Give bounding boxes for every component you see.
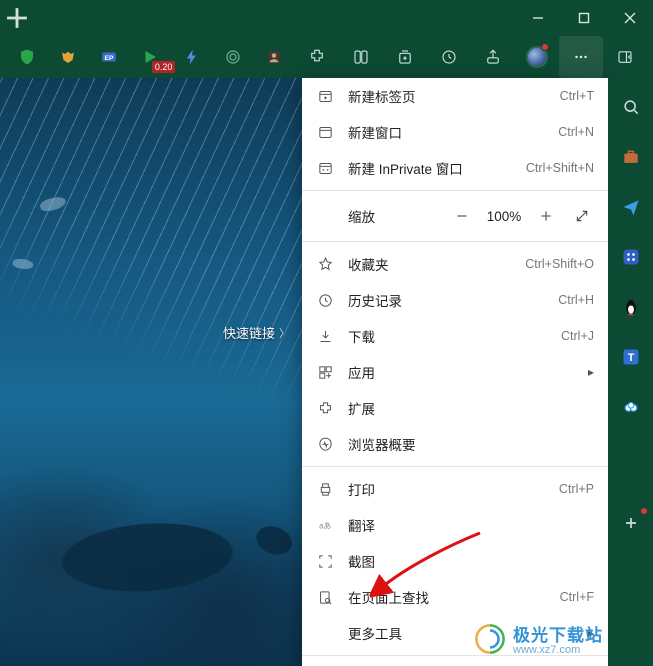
zoom-value: 100% bbox=[480, 209, 528, 224]
more-menu-button[interactable] bbox=[559, 36, 603, 78]
close-button[interactable] bbox=[607, 0, 653, 36]
zoom-in-button[interactable] bbox=[528, 198, 564, 234]
play-icon[interactable]: 0.20 bbox=[130, 36, 171, 78]
menu-screenshot[interactable]: 截图 bbox=[302, 543, 608, 579]
print-icon bbox=[316, 480, 334, 498]
menu-settings[interactable]: 设置 bbox=[302, 660, 608, 666]
translate-icon: aあ bbox=[316, 516, 334, 534]
fox-icon[interactable] bbox=[47, 36, 88, 78]
sidebar-paw-icon[interactable] bbox=[618, 244, 644, 270]
pulse-icon bbox=[316, 435, 334, 453]
sidebar-cloud-icon[interactable] bbox=[618, 394, 644, 420]
sidebar-search-icon[interactable] bbox=[618, 94, 644, 120]
watermark: 极光下载站 www.xz7.com bbox=[473, 621, 603, 656]
maximize-button[interactable] bbox=[561, 0, 607, 36]
inprivate-icon bbox=[316, 159, 334, 177]
zoom-out-button[interactable] bbox=[444, 198, 480, 234]
separator bbox=[302, 241, 608, 242]
window-controls bbox=[515, 0, 653, 36]
menu-zoom: 缩放 100% bbox=[302, 195, 608, 237]
menu-favorites[interactable]: 收藏夹 Ctrl+Shift+O bbox=[302, 246, 608, 282]
bolt-icon[interactable] bbox=[171, 36, 212, 78]
menu-new-inprivate[interactable]: 新建 InPrivate 窗口 Ctrl+Shift+N bbox=[302, 150, 608, 186]
settings-menu: 新建标签页 Ctrl+T 新建窗口 Ctrl+N 新建 InPrivate 窗口… bbox=[302, 78, 608, 666]
menu-extensions[interactable]: 扩展 bbox=[302, 390, 608, 426]
sidebar-t-icon[interactable]: T bbox=[618, 344, 644, 370]
new-tab-icon bbox=[316, 87, 334, 105]
menu-find-on-page[interactable]: 在页面上查找 Ctrl+F bbox=[302, 579, 608, 615]
apps-icon bbox=[316, 363, 334, 381]
fullscreen-button[interactable] bbox=[564, 198, 600, 234]
profile-thumb-icon[interactable] bbox=[254, 36, 295, 78]
menu-apps[interactable]: 应用 ▸ bbox=[302, 354, 608, 390]
menu-print[interactable]: 打印 Ctrl+P bbox=[302, 471, 608, 507]
chevron-right-icon: 〉 bbox=[279, 325, 290, 341]
separator bbox=[302, 466, 608, 467]
chevron-right-icon: ▸ bbox=[588, 365, 594, 379]
menu-downloads[interactable]: 下载 Ctrl+J bbox=[302, 318, 608, 354]
sidebar-send-icon[interactable] bbox=[618, 194, 644, 220]
screenshot-icon bbox=[316, 552, 334, 570]
toolbar: EP 0.20 bbox=[0, 36, 653, 78]
sidebar-penguin-icon[interactable] bbox=[618, 294, 644, 320]
swirl-icon[interactable] bbox=[212, 36, 253, 78]
menu-history[interactable]: 历史记录 Ctrl+H bbox=[302, 282, 608, 318]
right-sidebar: T bbox=[608, 78, 653, 666]
download-icon bbox=[316, 327, 334, 345]
watermark-title: 极光下载站 bbox=[513, 621, 603, 646]
notification-dot bbox=[641, 508, 647, 514]
puzzle-icon bbox=[316, 399, 334, 417]
svg-text:EP: EP bbox=[105, 55, 115, 62]
history-toolbar-icon[interactable] bbox=[427, 36, 471, 78]
extensions-toolbar-icon[interactable] bbox=[295, 36, 339, 78]
share-icon[interactable] bbox=[471, 36, 515, 78]
star-icon bbox=[316, 255, 334, 273]
quick-links-text: 快速链接 bbox=[223, 323, 275, 342]
sidebar-toggle-icon[interactable] bbox=[603, 36, 647, 78]
svg-text:aあ: aあ bbox=[319, 521, 331, 530]
quick-links-label[interactable]: 快速链接 〉 bbox=[223, 323, 290, 342]
background-art bbox=[0, 78, 302, 398]
title-bar bbox=[0, 0, 653, 36]
window-icon bbox=[316, 123, 334, 141]
ep-icon[interactable]: EP bbox=[89, 36, 130, 78]
collections-icon[interactable] bbox=[383, 36, 427, 78]
zoom-label: 缩放 bbox=[348, 206, 444, 226]
menu-new-window[interactable]: 新建窗口 Ctrl+N bbox=[302, 114, 608, 150]
page-content: 快速链接 〉 bbox=[0, 78, 302, 666]
profile-avatar[interactable] bbox=[515, 36, 559, 78]
history-icon bbox=[316, 291, 334, 309]
sidebar-add-button[interactable] bbox=[618, 510, 644, 536]
background-art-whale bbox=[26, 487, 293, 615]
shield-icon[interactable] bbox=[6, 36, 47, 78]
sidebar-briefcase-icon[interactable] bbox=[618, 144, 644, 170]
find-icon bbox=[316, 588, 334, 606]
minimize-button[interactable] bbox=[515, 0, 561, 36]
watermark-logo-icon bbox=[473, 622, 507, 656]
separator bbox=[302, 190, 608, 191]
menu-new-tab[interactable]: 新建标签页 Ctrl+T bbox=[302, 78, 608, 114]
split-screen-icon[interactable] bbox=[339, 36, 383, 78]
menu-translate[interactable]: aあ 翻译 bbox=[302, 507, 608, 543]
new-tab-button[interactable] bbox=[0, 0, 34, 36]
svg-text:T: T bbox=[627, 352, 634, 364]
menu-browser-essentials[interactable]: 浏览器概要 bbox=[302, 426, 608, 462]
